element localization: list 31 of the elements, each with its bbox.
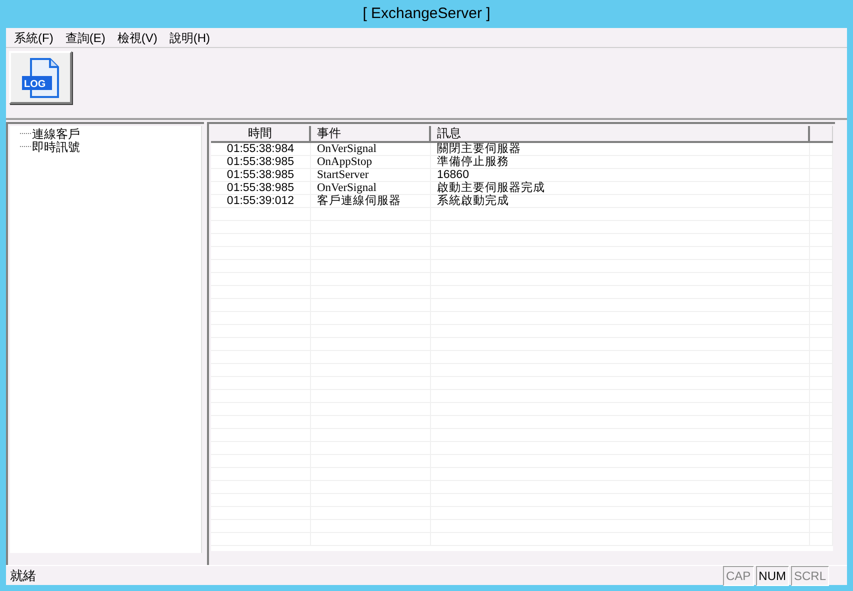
table-cell: 01:55:38:985 [211, 156, 311, 168]
table-cell: OnVerSignal [311, 182, 431, 194]
column-header[interactable]: 事件 [311, 126, 431, 141]
table-cell: 01:55:38:984 [211, 143, 311, 155]
column-header[interactable]: 時間 [211, 126, 311, 141]
tree-item[interactable]: 連線客戶 [32, 128, 80, 140]
document-icon [20, 56, 62, 98]
table-cell: 01:55:39:012 [211, 195, 311, 207]
tree-item[interactable]: 即時訊號 [32, 140, 80, 152]
table-cell: OnAppStop [311, 156, 431, 168]
menu-item[interactable]: 查詢(E) [59, 28, 112, 46]
table-cell: 系統啟動完成 [431, 195, 810, 207]
status-indicator: NUM [756, 566, 789, 586]
table-cell: StartServer [311, 169, 431, 181]
log-button[interactable]: LOG [9, 51, 72, 104]
table-cell: 啟動主要伺服器完成 [431, 182, 810, 194]
menu-item[interactable]: 檢視(V) [111, 28, 164, 46]
status-text: 就緒 [9, 566, 36, 585]
status-indicator: SCRL [790, 566, 829, 586]
column-header[interactable]: 訊息 [431, 126, 810, 141]
menu-item[interactable]: 說明(H) [163, 28, 216, 46]
table-cell: 準備停止服務 [431, 156, 810, 168]
table-cell: 關閉主要伺服器 [431, 143, 810, 155]
status-indicator: CAP [722, 566, 754, 586]
table-cell: 16860 [431, 169, 810, 181]
table-cell: 01:55:38:985 [211, 182, 311, 194]
window-title: [ ExchangeServer ] [362, 4, 490, 24]
table-cell: 01:55:38:985 [211, 169, 311, 181]
menu-item[interactable]: 系統(F) [8, 28, 60, 46]
table-cell: OnVerSignal [311, 143, 431, 155]
table-cell: 客戶連線伺服器 [311, 195, 431, 207]
